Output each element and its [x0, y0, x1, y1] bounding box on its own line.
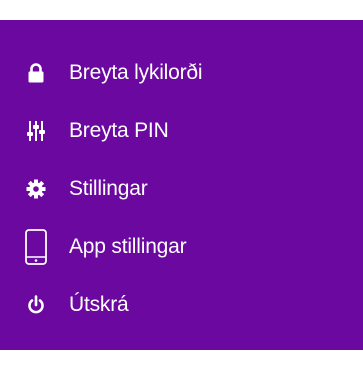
menu-item-label: App stillingar [69, 235, 187, 258]
lock-icon [24, 55, 48, 91]
menu-item-app-settings[interactable]: App stillingar [0, 218, 363, 276]
menu-item-label: Breyta PIN [69, 119, 169, 142]
menu-item-change-pin[interactable]: Breyta PIN [0, 102, 363, 160]
side-menu-panel: Breyta lykilorði Breyta PIN Stillingar A… [0, 20, 363, 350]
menu-item-label: Útskrá [69, 293, 129, 316]
menu-list: Breyta lykilorði Breyta PIN Stillingar A… [0, 44, 363, 334]
sliders-icon [24, 113, 48, 149]
mobile-phone-icon [24, 229, 48, 265]
power-icon [24, 287, 48, 323]
menu-item-label: Stillingar [69, 177, 148, 200]
menu-item-logout[interactable]: Útskrá [0, 276, 363, 334]
menu-item-change-password[interactable]: Breyta lykilorði [0, 44, 363, 102]
menu-item-label: Breyta lykilorði [69, 61, 203, 84]
gear-icon [24, 171, 48, 207]
menu-item-settings[interactable]: Stillingar [0, 160, 363, 218]
